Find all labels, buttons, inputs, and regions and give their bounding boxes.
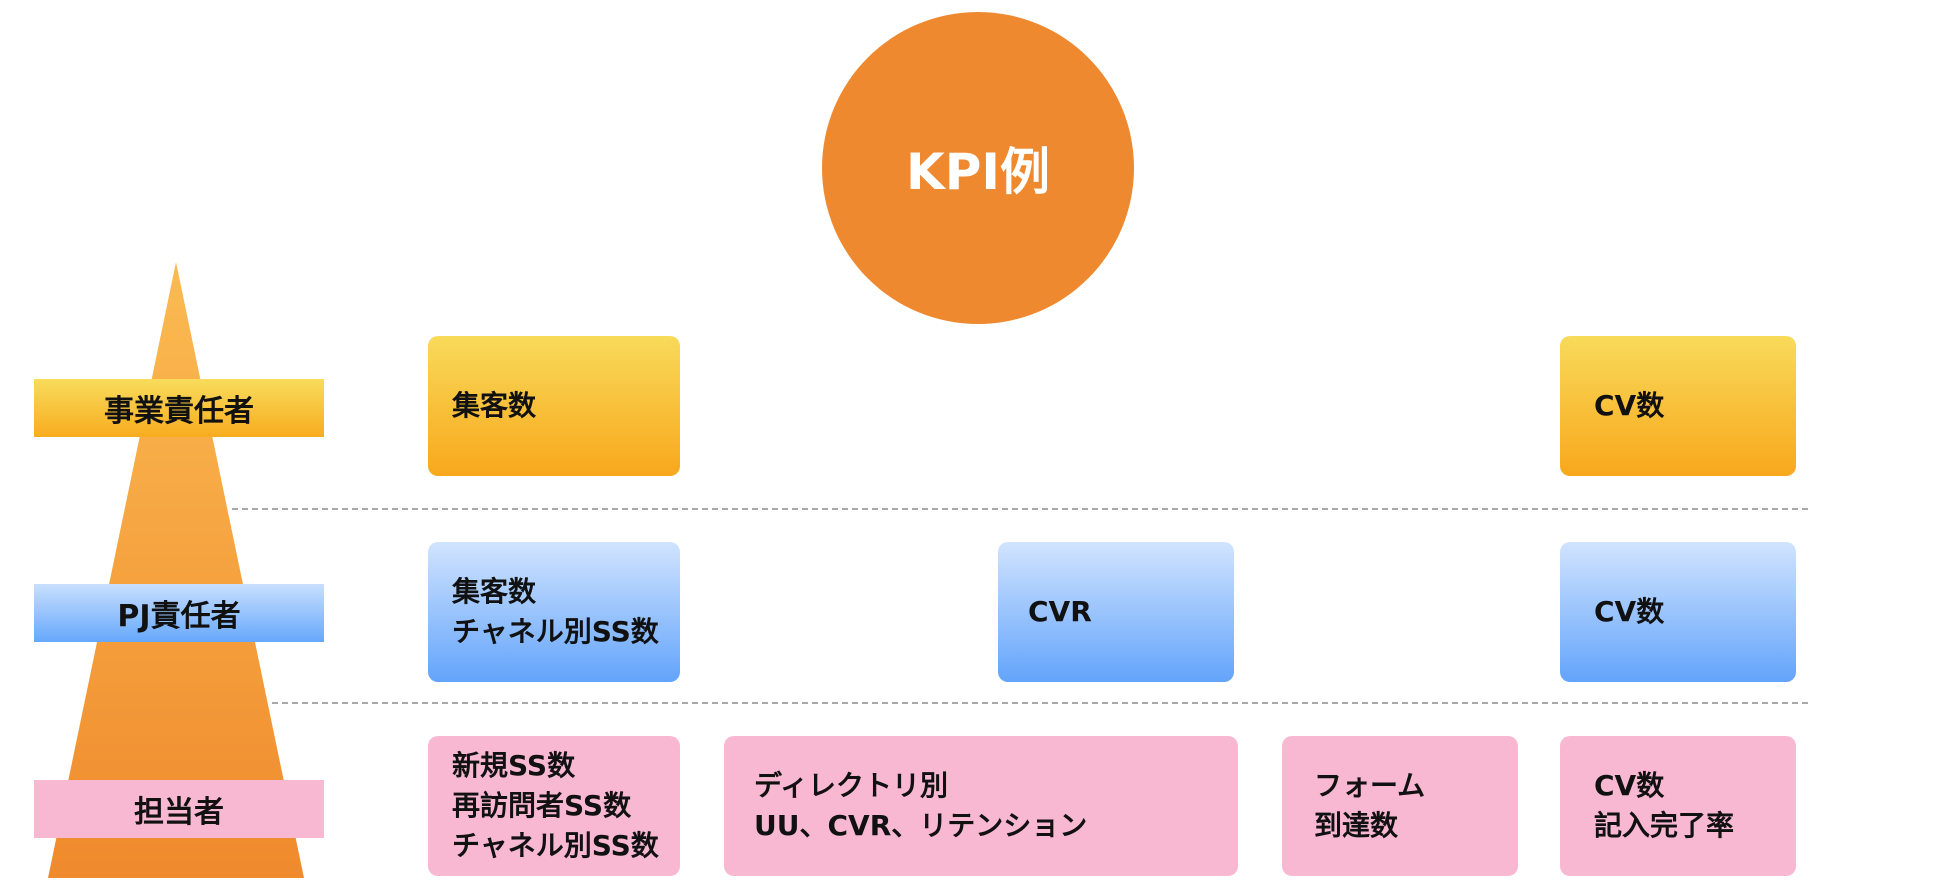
kpi-text: ディレクトリ別 <box>754 769 949 802</box>
kpi-box-project-cv: CV数 <box>1560 542 1796 682</box>
kpi-box-staff-directory: ディレクトリ別 UU、CVR、リテンション <box>724 736 1238 876</box>
role-label-staff: 担当者 <box>34 780 324 838</box>
kpi-text: CV数 <box>1594 595 1665 628</box>
kpi-box-staff-form: フォーム 到達数 <box>1282 736 1518 876</box>
kpi-box-staff-acquisition: 新規SS数 再訪問者SS数 チャネル別SS数 <box>428 736 680 876</box>
divider-business-project <box>232 508 1808 510</box>
divider-project-staff <box>272 702 1808 704</box>
role-label-project-owner: PJ責任者 <box>34 584 324 642</box>
kpi-text: 集客数 <box>452 389 537 422</box>
kpi-text: 到達数 <box>1314 809 1399 842</box>
kpi-box-business-acquisition: 集客数 <box>428 336 680 476</box>
page-title: KPI例 <box>906 143 1050 201</box>
kpi-text: CV数 <box>1594 389 1665 422</box>
kpi-text: チャネル別SS数 <box>452 829 659 862</box>
kpi-text: チャネル別SS数 <box>452 615 659 648</box>
kpi-box-project-acquisition: 集客数 チャネル別SS数 <box>428 542 680 682</box>
kpi-title-circle: KPI例 <box>822 12 1134 324</box>
kpi-text: 記入完了率 <box>1594 809 1735 842</box>
kpi-text: UU、CVR、リテンション <box>754 809 1088 842</box>
kpi-text: CV数 <box>1594 769 1665 802</box>
kpi-box-business-cv: CV数 <box>1560 336 1796 476</box>
kpi-text: CVR <box>1028 595 1092 628</box>
role-label-business-owner: 事業責任者 <box>34 379 324 437</box>
kpi-text: 集客数 <box>452 575 537 608</box>
kpi-text: フォーム <box>1314 769 1426 802</box>
kpi-box-project-cvr: CVR <box>998 542 1234 682</box>
kpi-text: 再訪問者SS数 <box>452 789 632 822</box>
kpi-text: 新規SS数 <box>452 749 576 782</box>
kpi-box-staff-cv: CV数 記入完了率 <box>1560 736 1796 876</box>
